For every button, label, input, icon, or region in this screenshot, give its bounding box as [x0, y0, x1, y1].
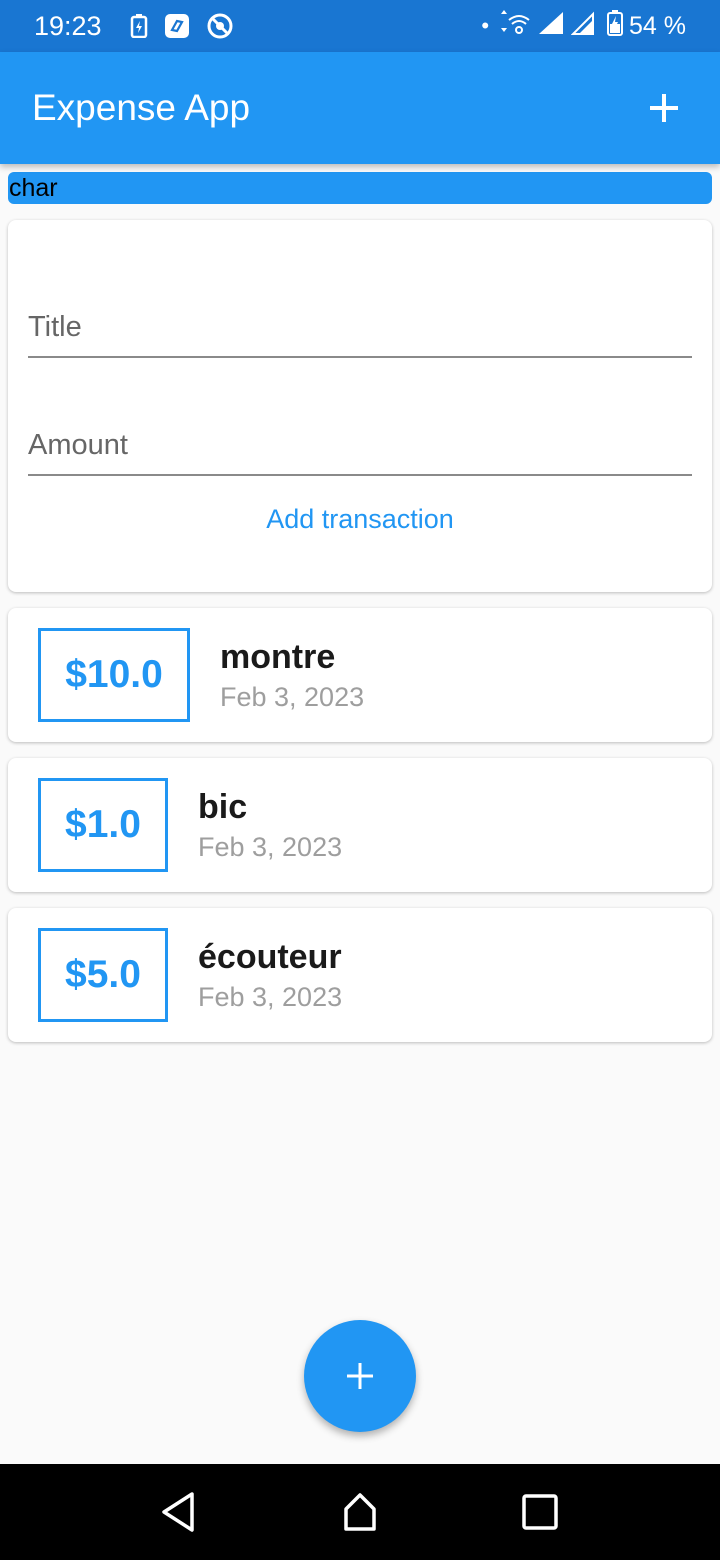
transaction-title: bic	[198, 788, 248, 826]
add-transaction-text-button[interactable]: Add transaction	[8, 504, 712, 535]
transaction-title: écouteur	[198, 938, 342, 976]
new-transaction-form: Add transaction	[8, 220, 712, 592]
recents-button[interactable]	[516, 1488, 564, 1536]
transaction-amount: $10.0	[38, 628, 190, 722]
transaction-date: Feb 3, 2023	[220, 682, 365, 712]
status-time: 19:23	[34, 10, 102, 41]
recents-icon	[522, 1494, 558, 1530]
status-bar: 19:23 • 54 %	[0, 0, 720, 52]
transaction-date: Feb 3, 2023	[198, 982, 343, 1012]
back-icon	[162, 1492, 194, 1532]
transaction-amount: $1.0	[38, 778, 168, 872]
transaction-card: $10.0 montre Feb 3, 2023	[8, 608, 712, 742]
battery-icon	[607, 9, 624, 43]
battery-saver-icon	[130, 14, 148, 38]
home-icon	[344, 1493, 376, 1531]
app-title: Expense App	[32, 87, 251, 128]
amount-input[interactable]	[28, 416, 692, 474]
app-bar: Expense App	[0, 52, 720, 164]
battery-percent: 54 %	[629, 11, 686, 40]
dot-icon: •	[481, 13, 490, 38]
wifi-icon	[495, 9, 531, 43]
back-button[interactable]	[154, 1488, 202, 1536]
transaction-card: $5.0 écouteur Feb 3, 2023	[8, 908, 712, 1042]
transaction-title: montre	[220, 638, 336, 676]
plus-icon	[347, 1363, 373, 1389]
transaction-card: $1.0 bic Feb 3, 2023	[8, 758, 712, 892]
title-input[interactable]	[28, 298, 692, 356]
transaction-date: Feb 3, 2023	[198, 832, 343, 862]
chart-bar: char	[8, 172, 712, 204]
home-button[interactable]	[336, 1488, 384, 1536]
plus-icon	[650, 94, 678, 122]
system-nav-bar	[0, 1464, 720, 1560]
do-not-disturb-icon	[206, 12, 234, 40]
transaction-amount: $5.0	[38, 928, 168, 1022]
title-field-container	[28, 298, 692, 358]
amount-field-container	[28, 416, 692, 476]
signal-icon	[537, 10, 565, 43]
app-notification-icon	[164, 13, 190, 39]
chart-label: char	[9, 174, 58, 202]
signal-2-icon	[570, 10, 601, 43]
add-transaction-button[interactable]	[640, 84, 688, 132]
floating-add-button[interactable]	[304, 1320, 416, 1432]
status-right: • 54 %	[481, 9, 686, 43]
